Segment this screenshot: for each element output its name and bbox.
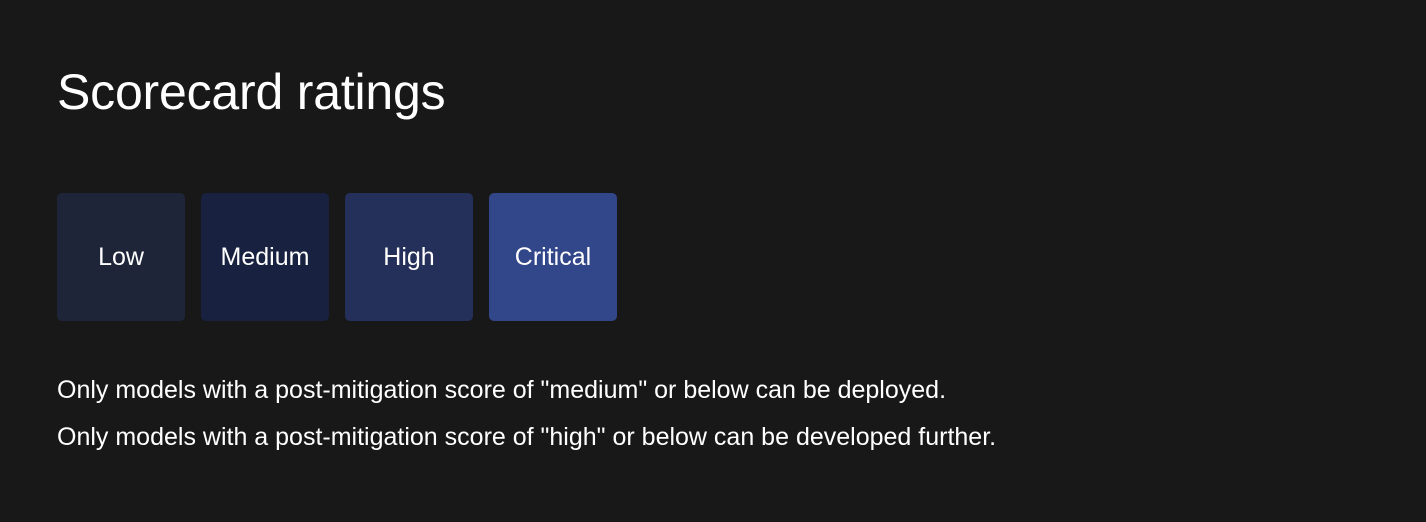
deployment-note: Only models with a post-mitigation score… xyxy=(57,376,947,404)
ratings-scale: Low Medium High Critical xyxy=(57,193,617,321)
rating-critical: Critical xyxy=(489,193,617,321)
notes: Only models with a post-mitigation score… xyxy=(57,367,996,461)
page-title: Scorecard ratings xyxy=(57,64,446,120)
rating-medium: Medium xyxy=(201,193,329,321)
rating-low: Low xyxy=(57,193,185,321)
development-note: Only models with a post-mitigation score… xyxy=(57,423,997,451)
rating-high: High xyxy=(345,193,473,321)
